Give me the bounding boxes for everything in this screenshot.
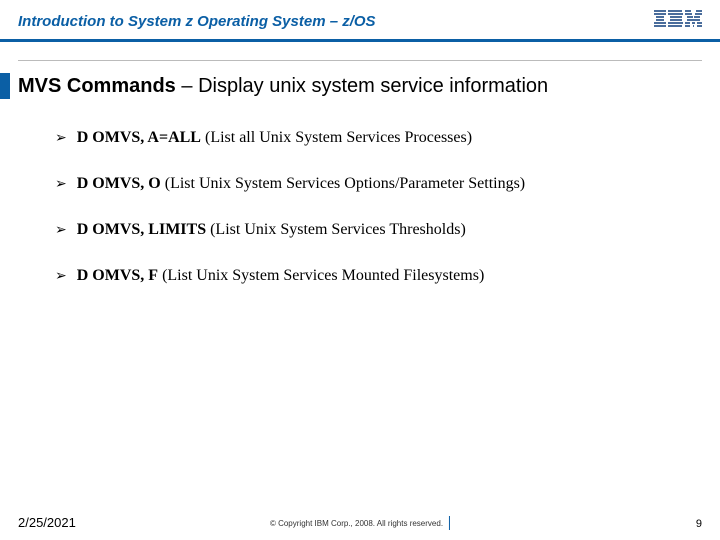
command-text: D OMVS, LIMITS <box>77 221 206 238</box>
list-item: ➢ D OMVS, A=ALL (List all Unix System Se… <box>55 129 680 149</box>
item-text: D OMVS, O (List Unix System Services Opt… <box>77 175 525 193</box>
page-number: 9 <box>696 518 702 530</box>
list-item: ➢ D OMVS, LIMITS (List Unix System Servi… <box>55 221 680 241</box>
item-text: D OMVS, A=ALL (List all Unix System Serv… <box>77 129 472 147</box>
command-text: D OMVS, O <box>77 175 161 192</box>
command-desc: (List Unix System Services Options/Param… <box>161 175 525 192</box>
item-text: D OMVS, F (List Unix System Services Mou… <box>77 267 485 285</box>
slide-title-row: MVS Commands – Display unix system servi… <box>0 73 702 99</box>
footer-copyright-block: © Copyright IBM Corp., 2008. All rights … <box>270 516 450 530</box>
command-desc: (List Unix System Services Thresholds) <box>206 221 466 238</box>
command-desc: (List Unix System Services Mounted Files… <box>158 267 484 284</box>
bullet-arrow-icon: ➢ <box>55 221 67 241</box>
header-title: Introduction to System z Operating Syste… <box>18 13 376 30</box>
command-desc: (List all Unix System Services Processes… <box>201 129 472 146</box>
slide-header: Introduction to System z Operating Syste… <box>0 0 720 42</box>
content-area: ➢ D OMVS, A=ALL (List all Unix System Se… <box>55 129 680 287</box>
title-rest: Display unix system service information <box>198 75 548 97</box>
list-item: ➢ D OMVS, F (List Unix System Services M… <box>55 267 680 287</box>
bullet-arrow-icon: ➢ <box>55 267 67 287</box>
title-accent-bar <box>0 73 10 99</box>
command-text: D OMVS, F <box>77 267 158 284</box>
list-item: ➢ D OMVS, O (List Unix System Services O… <box>55 175 680 195</box>
command-text: D OMVS, A=ALL <box>77 129 201 146</box>
slide-title: MVS Commands – Display unix system servi… <box>18 75 548 98</box>
footer-date: 2/25/2021 <box>18 515 76 530</box>
footer-divider <box>449 516 450 530</box>
ibm-logo <box>654 10 702 33</box>
title-bold: MVS Commands <box>18 75 176 97</box>
divider <box>18 60 702 61</box>
footer-copyright: © Copyright IBM Corp., 2008. All rights … <box>270 519 443 528</box>
bullet-arrow-icon: ➢ <box>55 129 67 149</box>
bullet-arrow-icon: ➢ <box>55 175 67 195</box>
item-text: D OMVS, LIMITS (List Unix System Service… <box>77 221 466 239</box>
title-sep: – <box>176 75 198 97</box>
